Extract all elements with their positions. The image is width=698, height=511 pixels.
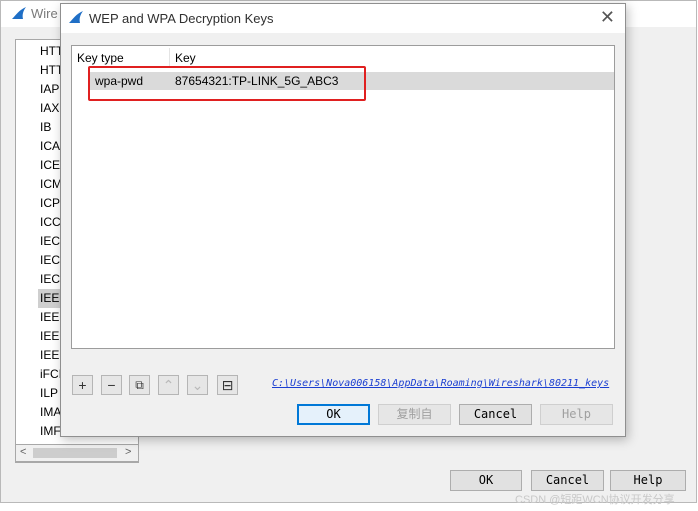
keys-file-link[interactable]: C:\Users\Nova006158\AppData\Roaming\Wire… xyxy=(272,378,609,389)
clear-keys-button[interactable]: ⊟ xyxy=(217,375,238,395)
move-down-button[interactable]: ⌄ xyxy=(187,375,208,395)
keys-table[interactable]: Key type Key wpa-pwd 87654321:TP-LINK_5G… xyxy=(71,45,615,349)
table-row[interactable]: wpa-pwd 87654321:TP-LINK_5G_ABC3 xyxy=(88,72,614,90)
column-header-key[interactable]: Key xyxy=(175,46,196,68)
key-type-cell[interactable]: wpa-pwd xyxy=(95,72,143,90)
dialog-title: WEP and WPA Decryption Keys xyxy=(89,11,274,26)
help-button[interactable]: Help xyxy=(540,404,613,425)
close-icon[interactable]: ✕ xyxy=(600,7,615,28)
plus-icon: + xyxy=(78,377,87,393)
horizontal-scrollbar[interactable]: < > xyxy=(15,444,139,462)
remove-key-button[interactable]: − xyxy=(101,375,122,395)
copy-key-button[interactable]: ⧉ xyxy=(129,375,150,395)
cancel-button[interactable]: Cancel xyxy=(459,404,532,425)
add-key-button[interactable]: + xyxy=(72,375,93,395)
clear-list-icon: ⊟ xyxy=(221,377,234,393)
minus-icon: − xyxy=(107,377,116,393)
background-ok-button[interactable]: OK xyxy=(450,470,522,491)
move-up-button[interactable]: ⌃ xyxy=(158,375,179,395)
column-header-key-type[interactable]: Key type xyxy=(77,46,124,68)
column-divider[interactable] xyxy=(169,48,170,68)
scroll-right-icon[interactable]: > xyxy=(125,446,131,458)
wireshark-fin-icon xyxy=(11,6,27,23)
background-help-button[interactable]: Help xyxy=(610,470,686,491)
wireshark-fin-icon xyxy=(68,10,84,27)
decryption-keys-dialog: WEP and WPA Decryption Keys ✕ Key type K… xyxy=(60,3,626,437)
chevron-up-icon: ⌃ xyxy=(162,377,175,393)
dialog-titlebar: WEP and WPA Decryption Keys ✕ xyxy=(61,4,625,33)
chevron-down-icon: ⌄ xyxy=(191,377,204,393)
background-window-title: Wire xyxy=(31,6,58,21)
ok-button[interactable]: OK xyxy=(297,404,370,425)
scroll-left-icon[interactable]: < xyxy=(20,446,26,458)
background-cancel-button[interactable]: Cancel xyxy=(531,470,604,491)
copy-icon: ⧉ xyxy=(135,378,144,392)
scrollbar-thumb[interactable] xyxy=(33,448,117,458)
copy-from-button[interactable]: 复制自 xyxy=(378,404,451,425)
key-cell[interactable]: 87654321:TP-LINK_5G_ABC3 xyxy=(175,72,338,90)
watermark: CSDN @短距WCN协议开发分享 xyxy=(515,494,675,506)
